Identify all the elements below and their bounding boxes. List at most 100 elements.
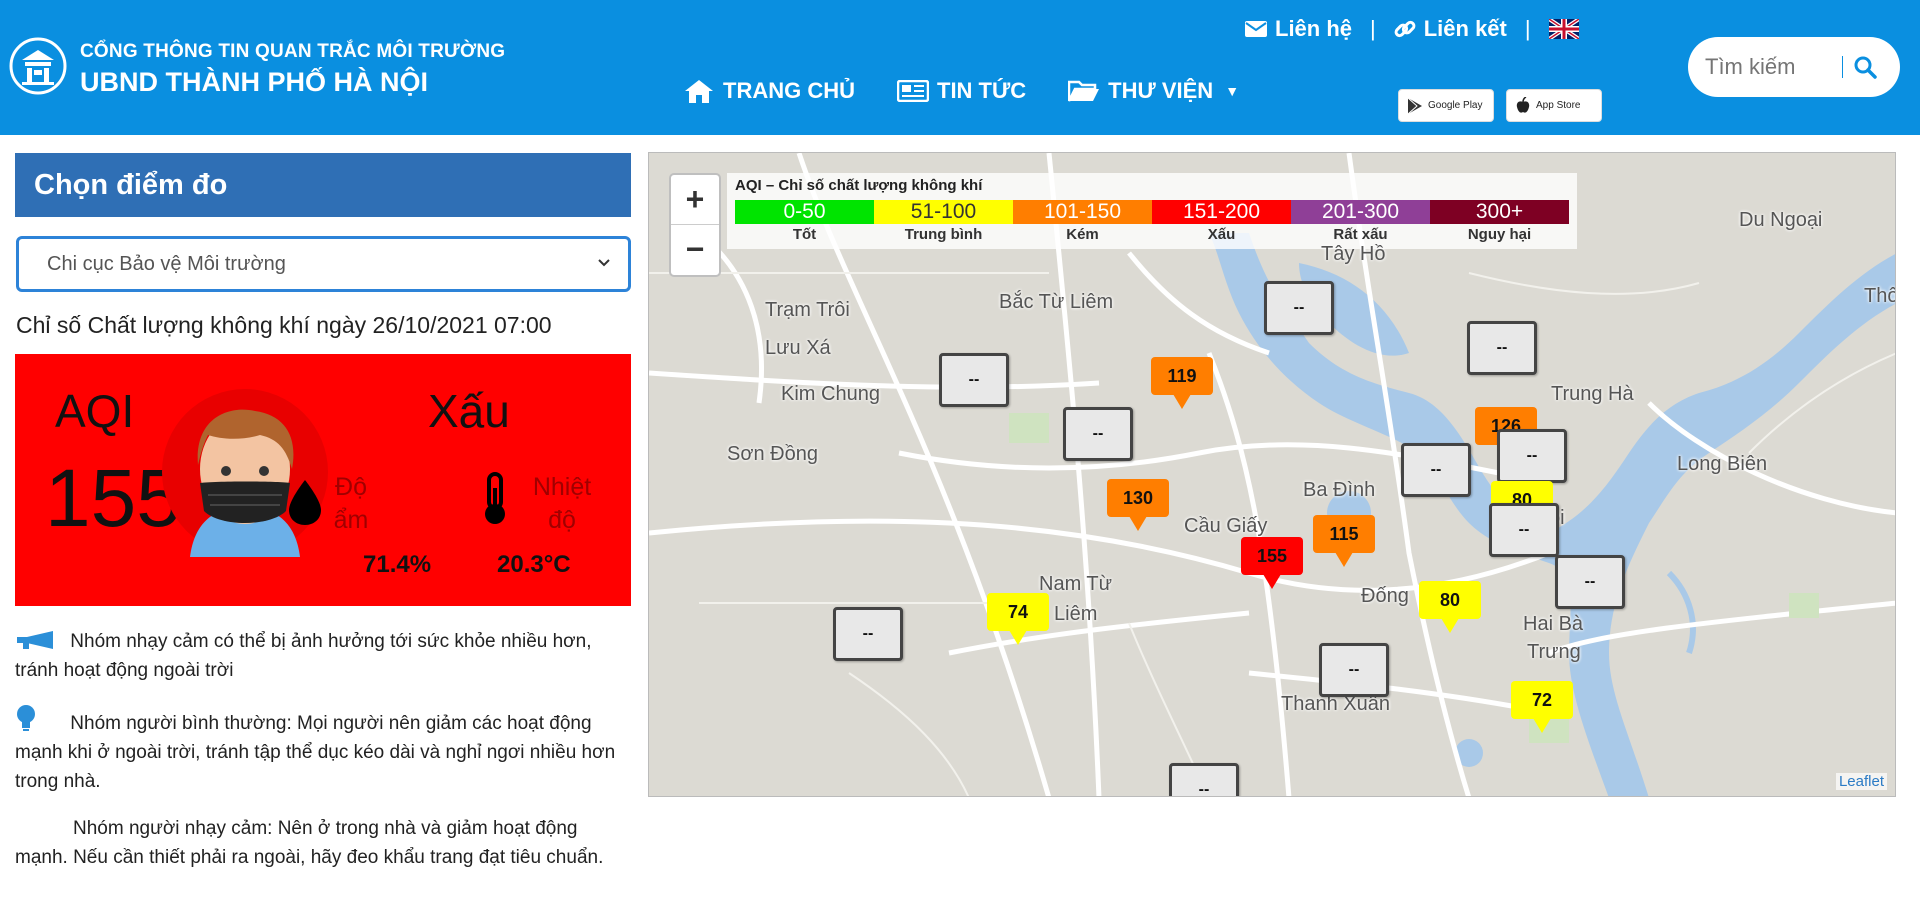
humidity-label: Độ ẩm	[311, 471, 391, 537]
place-label: Trạm Trôi	[765, 299, 850, 321]
station-select-value: Chi cục Bảo vệ Môi trường	[47, 253, 286, 275]
humidity-label-line1: Độ	[335, 473, 367, 501]
humidity-value: 71.4%	[363, 551, 432, 578]
brand-line-1[interactable]: CỔNG THÔNG TIN QUAN TRẮC MÔI TRƯỜNG	[80, 41, 505, 63]
contact-link-label: Liên hệ	[1275, 16, 1353, 41]
place-label: Trung Hà	[1551, 383, 1634, 405]
advice-item: Nhóm người bình thường: Mọi người nên gi…	[15, 704, 635, 796]
aqi-map[interactable]: + − AQI – Chỉ số chất lượng không khí 0-…	[648, 152, 1896, 797]
advice-item: Nhóm người nhạy cảm: Nên ở trong nhà và …	[15, 814, 635, 872]
temperature-label: Nhiệt độ	[517, 471, 607, 537]
place-label: Nam Từ	[1039, 573, 1113, 595]
place-label: Liêm	[1054, 603, 1098, 625]
place-label: Bắc Từ Liêm	[999, 291, 1114, 313]
app-store-label: App Store	[1536, 100, 1581, 111]
contact-link[interactable]: Liên hệ	[1245, 16, 1352, 42]
legend-caption: Nguy hại	[1467, 226, 1532, 243]
aqi-status-text: Xấu	[428, 385, 510, 437]
station-marker[interactable]: --	[1467, 321, 1537, 375]
legend-caption: Trung bình	[904, 226, 983, 243]
uk-flag-icon[interactable]	[1548, 19, 1579, 39]
place-label: Sơn Đồng	[727, 443, 818, 465]
links-link-label: Liên kết	[1423, 16, 1507, 41]
google-play-badge[interactable]: Google Play	[1398, 89, 1494, 122]
station-marker[interactable]: --	[939, 353, 1009, 407]
legend-caption: Xấu	[1207, 226, 1236, 243]
legend-title: AQI – Chỉ số chất lượng không khí	[735, 177, 983, 194]
place-label: Trưng	[1527, 641, 1581, 663]
legend-band: 201-300	[1291, 200, 1430, 224]
google-play-label: Google Play	[1428, 100, 1483, 111]
nav-home-label: TRANG CHỦ	[723, 78, 855, 103]
legend-band: 300+	[1430, 200, 1569, 224]
station-marker[interactable]: 115	[1313, 515, 1375, 567]
search-divider	[1842, 56, 1843, 78]
lightbulb-icon	[17, 705, 35, 731]
place-label: Long Biên	[1677, 453, 1768, 475]
chevron-down-icon: ▼	[1225, 83, 1240, 99]
station-marker[interactable]: --	[833, 607, 903, 661]
place-label: Hai Bà	[1523, 613, 1584, 635]
station-marker[interactable]: --	[1319, 643, 1389, 697]
station-marker[interactable]: --	[1555, 555, 1625, 609]
top-links-separator: |	[1524, 16, 1531, 41]
aqi-legend: AQI – Chỉ số chất lượng không khí 0-50 5…	[727, 173, 1577, 249]
site-header: CỔNG THÔNG TIN QUAN TRẮC MÔI TRƯỜNG UBND…	[0, 0, 1920, 135]
panel-title: Chọn điểm đo	[15, 153, 631, 217]
place-label: Lưu Xá	[765, 337, 831, 359]
hanoi-logo-icon[interactable]	[8, 36, 68, 96]
place-label: Đống	[1361, 585, 1409, 607]
station-marker[interactable]: 74	[987, 593, 1049, 645]
nav-library-label: THƯ VIỆN	[1108, 78, 1214, 103]
search-input[interactable]	[1705, 54, 1840, 80]
brand-line-2[interactable]: UBND THÀNH PHỐ HÀ NỘI	[80, 67, 428, 98]
leaflet-attribution[interactable]: Leaflet	[1835, 773, 1887, 790]
station-marker[interactable]: 130	[1107, 479, 1169, 531]
zoom-in-button[interactable]: +	[671, 175, 719, 225]
legend-caption: Rất xấu	[1333, 226, 1388, 243]
newspaper-icon	[897, 80, 929, 102]
google-play-icon	[1407, 97, 1422, 114]
nav-library[interactable]: THƯ VIỆN ▼	[1068, 78, 1239, 104]
folder-open-icon	[1068, 80, 1100, 102]
station-marker[interactable]: 80	[1419, 581, 1481, 633]
legend-band: 101-150	[1013, 200, 1152, 224]
legend-caption: Kém	[1066, 226, 1099, 243]
aqi-status-card: AQI 155 Xấu Độ ẩm 71.4% Nhiệt độ 20.3°C	[15, 354, 631, 606]
station-marker[interactable]: 119	[1151, 357, 1213, 409]
station-marker[interactable]: --	[1401, 443, 1471, 497]
station-marker[interactable]: --	[1497, 429, 1567, 483]
app-store-badge[interactable]: App Store	[1506, 89, 1602, 122]
home-icon	[685, 80, 713, 103]
masked-face-icon	[162, 389, 328, 557]
station-marker[interactable]: --	[1169, 763, 1239, 796]
station-marker[interactable]: --	[1264, 281, 1334, 335]
place-label: Kim Chung	[781, 383, 880, 405]
station-marker[interactable]: --	[1063, 407, 1133, 461]
zoom-control: + −	[669, 173, 721, 277]
nav-home[interactable]: TRANG CHỦ	[683, 78, 855, 104]
temperature-label-line1: Nhiệt	[532, 473, 592, 501]
main-nav: TRANG CHỦ TIN TỨC THƯ VIỆN ▼	[683, 78, 1281, 104]
top-links: Liên hệ | Liên kết |	[1245, 16, 1579, 42]
station-select[interactable]: Chi cục Bảo vệ Môi trường	[16, 236, 631, 292]
envelope-icon	[1245, 21, 1267, 37]
zoom-out-button[interactable]: −	[671, 225, 719, 275]
thermometer-icon	[485, 472, 505, 524]
temperature-label-line2: độ	[548, 506, 576, 534]
legend-band: 51-100	[874, 200, 1013, 224]
temperature-value: 20.3°C	[497, 551, 571, 578]
aqi-label: AQI	[55, 385, 135, 437]
nav-news[interactable]: TIN TỨC	[897, 78, 1026, 104]
search-icon[interactable]	[1853, 55, 1877, 79]
links-link[interactable]: Liên kết	[1394, 16, 1507, 42]
station-marker[interactable]: --	[1489, 503, 1559, 557]
station-marker[interactable]: 72	[1511, 681, 1573, 733]
legend-band: 151-200	[1152, 200, 1291, 224]
top-links-separator: |	[1370, 16, 1376, 41]
place-label: Ba Đình	[1303, 479, 1376, 501]
place-label: Cầu Giấy	[1184, 515, 1268, 537]
advice-text: Nhóm nhạy cảm có thể bị ảnh hưởng tới sứ…	[15, 631, 592, 681]
station-marker[interactable]: 155	[1241, 537, 1303, 589]
chain-link-icon	[1394, 20, 1416, 38]
